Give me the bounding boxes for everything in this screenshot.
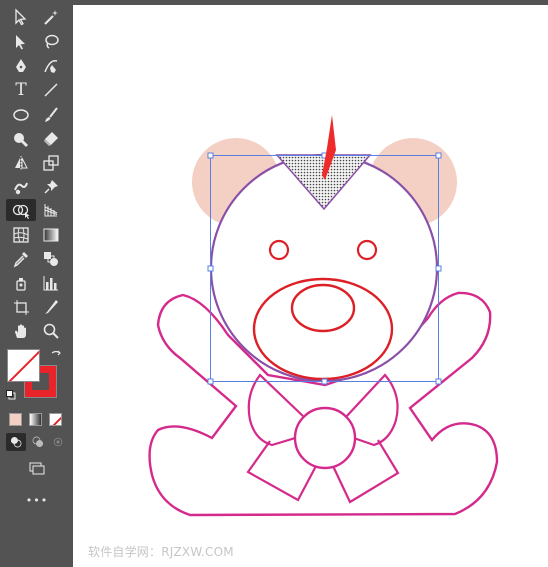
curvature-tool[interactable] bbox=[38, 55, 64, 77]
type-tool[interactable]: T bbox=[8, 79, 34, 101]
default-colors-icon[interactable] bbox=[6, 390, 16, 400]
fill-swatch[interactable] bbox=[7, 349, 40, 382]
draw-inside-button[interactable] bbox=[48, 433, 68, 451]
artboard-canvas[interactable] bbox=[73, 5, 548, 567]
pin-icon bbox=[44, 180, 58, 194]
shaper-tool[interactable] bbox=[8, 128, 34, 150]
color-mode-button[interactable] bbox=[9, 413, 22, 426]
type-icon: T bbox=[15, 80, 27, 100]
lasso-icon bbox=[45, 34, 59, 49]
edit-toolbar-button[interactable]: ••• bbox=[23, 489, 51, 511]
line-icon bbox=[44, 83, 58, 97]
slice-icon bbox=[45, 300, 58, 314]
curvature-icon bbox=[44, 59, 58, 73]
column-graph-tool[interactable] bbox=[38, 272, 64, 294]
draw-behind-icon bbox=[32, 436, 44, 448]
hand-tool[interactable] bbox=[8, 320, 34, 342]
eyedropper-tool[interactable] bbox=[8, 248, 34, 270]
eyedropper-icon bbox=[13, 252, 28, 268]
slice-tool[interactable] bbox=[38, 296, 64, 318]
reflect-tool[interactable] bbox=[8, 152, 34, 174]
perspective-grid-tool[interactable] bbox=[38, 199, 64, 221]
graph-icon bbox=[43, 276, 58, 291]
blend-tool[interactable] bbox=[38, 248, 64, 270]
mesh-icon bbox=[13, 227, 29, 243]
scale-tool[interactable] bbox=[38, 152, 64, 174]
paintbrush-tool[interactable] bbox=[38, 104, 64, 126]
watermark-text: 软件自学网：RJZXW.COM bbox=[88, 545, 234, 559]
shape-builder-icon bbox=[12, 204, 30, 219]
selection-tool[interactable] bbox=[8, 6, 34, 28]
shape-builder-tool[interactable] bbox=[6, 199, 36, 221]
draw-behind-button[interactable] bbox=[28, 433, 48, 451]
pen-icon bbox=[16, 59, 26, 72]
artboard-icon bbox=[14, 300, 29, 315]
eraser-tool[interactable] bbox=[38, 128, 64, 150]
screen-mode-icon bbox=[29, 462, 45, 475]
gradient-tool[interactable] bbox=[38, 224, 64, 246]
shaper-icon bbox=[14, 133, 28, 147]
mesh-tool[interactable] bbox=[8, 224, 34, 246]
draw-inside-icon bbox=[53, 437, 63, 447]
warp-icon bbox=[14, 182, 28, 195]
eraser-icon bbox=[44, 132, 58, 146]
zoom-icon bbox=[43, 323, 59, 339]
none-mode-button[interactable] bbox=[49, 413, 62, 426]
ellipse-icon bbox=[13, 109, 29, 121]
arrow-solid-icon bbox=[16, 35, 25, 50]
line-tool[interactable] bbox=[38, 79, 64, 101]
ellipse-tool[interactable] bbox=[8, 104, 34, 126]
gradient-icon bbox=[43, 228, 59, 242]
draw-normal-icon bbox=[10, 436, 22, 448]
symbol-sprayer-tool[interactable] bbox=[8, 272, 34, 294]
bow-knot[interactable] bbox=[293, 406, 357, 470]
scale-icon bbox=[43, 155, 59, 171]
spray-icon bbox=[16, 278, 26, 291]
tools-panel: T ••• bbox=[0, 0, 73, 567]
lasso-tool[interactable] bbox=[38, 31, 64, 53]
artboard-tool[interactable] bbox=[8, 296, 34, 318]
reflect-icon bbox=[15, 156, 28, 170]
magic-wand-tool[interactable] bbox=[38, 6, 64, 28]
screen-mode-button[interactable] bbox=[24, 458, 50, 480]
zoom-tool[interactable] bbox=[38, 320, 64, 342]
draw-normal-button[interactable] bbox=[6, 433, 26, 451]
none-icon bbox=[8, 350, 39, 381]
arrow-outline-icon bbox=[15, 8, 27, 26]
puppet-warp-tool[interactable] bbox=[38, 176, 64, 198]
perspective-icon bbox=[44, 204, 58, 217]
blend-icon bbox=[44, 252, 58, 266]
pen-tool[interactable] bbox=[8, 55, 34, 77]
hand-icon bbox=[15, 324, 26, 338]
brush-icon bbox=[45, 107, 58, 122]
warp-tool[interactable] bbox=[8, 176, 34, 198]
bear-artwork[interactable] bbox=[73, 5, 548, 567]
gradient-mode-button[interactable] bbox=[29, 413, 42, 426]
more-icon: ••• bbox=[25, 493, 49, 507]
swap-fill-stroke-icon[interactable] bbox=[50, 349, 62, 361]
magic-wand-icon bbox=[44, 10, 58, 25]
direct-selection-tool[interactable] bbox=[8, 31, 34, 53]
